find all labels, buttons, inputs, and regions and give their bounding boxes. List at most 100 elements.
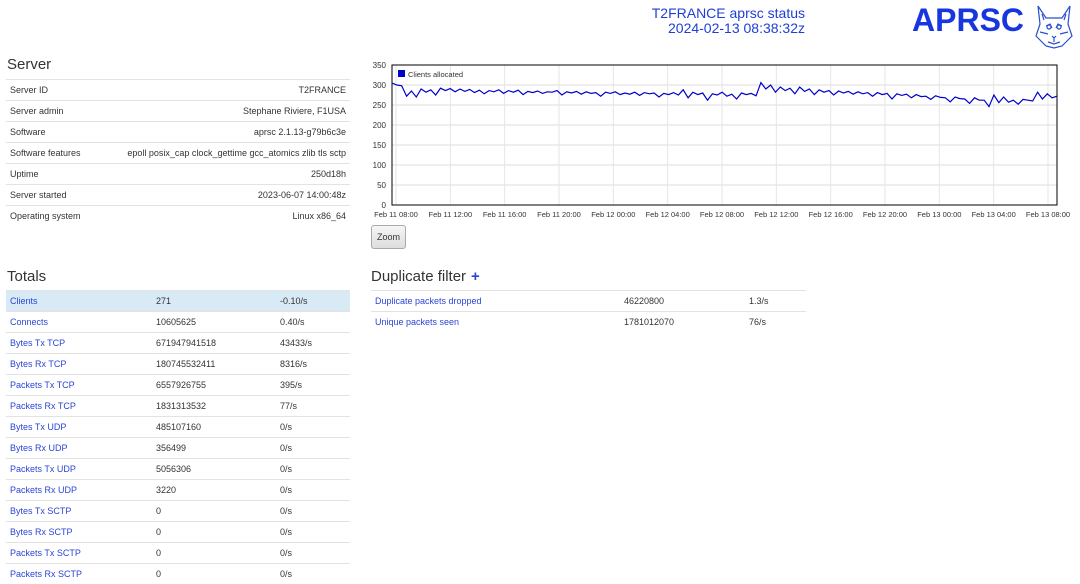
chart-y-tick-label: 0 bbox=[382, 201, 387, 210]
dupfilter-expand-button[interactable]: + bbox=[471, 268, 480, 285]
server-row: Server IDT2FRANCE bbox=[6, 80, 350, 101]
server-row-label: Server admin bbox=[6, 101, 95, 122]
totals-heading: Totals bbox=[7, 268, 46, 285]
totals-link[interactable]: Connects bbox=[10, 317, 48, 327]
page-header: T2FRANCE aprsc status 2024-02-13 08:38:3… bbox=[652, 6, 805, 36]
totals-value: 3220 bbox=[152, 480, 276, 501]
clients-chart[interactable]: 0 50 100 150 200 250 300 350 Feb 11 08:00 Feb 11 … bbox=[370, 60, 1075, 220]
dupfilter-rate: 76/s bbox=[745, 312, 806, 333]
server-row-value: epoll posix_cap clock_gettime gcc_atomic… bbox=[95, 143, 350, 164]
totals-link[interactable]: Bytes Tx UDP bbox=[10, 422, 66, 432]
totals-rate: 0/s bbox=[276, 480, 350, 501]
totals-link[interactable]: Bytes Tx TCP bbox=[10, 338, 65, 348]
server-row: Server adminStephane Riviere, F1USA bbox=[6, 101, 350, 122]
totals-rate: 395/s bbox=[276, 375, 350, 396]
totals-link[interactable]: Bytes Tx SCTP bbox=[10, 506, 71, 516]
totals-rate: 0/s bbox=[276, 543, 350, 564]
server-row: Software featuresepoll posix_cap clock_g… bbox=[6, 143, 350, 164]
server-row-label: Uptime bbox=[6, 164, 95, 185]
dupfilter-link[interactable]: Unique packets seen bbox=[375, 317, 459, 327]
chart-plot-area bbox=[392, 65, 1057, 205]
totals-value: 671947941518 bbox=[152, 333, 276, 354]
chart-legend-swatch bbox=[398, 70, 405, 77]
dupfilter-row: Unique packets seen 178101207076/s bbox=[371, 312, 806, 333]
chart-y-tick-label: 150 bbox=[373, 141, 387, 150]
server-row-label: Server ID bbox=[6, 80, 95, 101]
totals-rate: 0/s bbox=[276, 522, 350, 543]
chart-x-tick-label: Feb 11 20:00 bbox=[537, 210, 581, 219]
server-row-value: Stephane Riviere, F1USA bbox=[95, 101, 350, 122]
totals-row: Connects106056250.40/s bbox=[6, 312, 350, 333]
server-row-value: aprsc 2.1.13-g79b6c3e bbox=[95, 122, 350, 143]
clients-chart-svg: 0 50 100 150 200 250 300 350 Feb 11 08:00 Feb 11 … bbox=[370, 60, 1075, 220]
totals-value: 485107160 bbox=[152, 417, 276, 438]
totals-value: 5056306 bbox=[152, 459, 276, 480]
totals-link[interactable]: Packets Tx TCP bbox=[10, 380, 75, 390]
dupfilter-rate: 1.3/s bbox=[745, 291, 806, 312]
totals-link[interactable]: Packets Rx UDP bbox=[10, 485, 77, 495]
server-row-value: Linux x86_64 bbox=[95, 206, 350, 227]
server-heading: Server bbox=[7, 56, 51, 73]
totals-rate: 0/s bbox=[276, 417, 350, 438]
server-row: Uptime250d18h bbox=[6, 164, 350, 185]
totals-value: 271 bbox=[152, 291, 276, 312]
totals-rate: 0/s bbox=[276, 564, 350, 584]
chart-y-tick-label: 300 bbox=[373, 81, 387, 90]
server-row: Operating systemLinux x86_64 bbox=[6, 206, 350, 227]
page-timestamp: 2024-02-13 08:38:32z bbox=[652, 21, 805, 36]
totals-link[interactable]: Bytes Rx SCTP bbox=[10, 527, 73, 537]
chart-y-tick-label: 50 bbox=[377, 181, 386, 190]
chart-x-tick-label: Feb 11 08:00 bbox=[374, 210, 418, 219]
server-row-label: Operating system bbox=[6, 206, 95, 227]
server-row-label: Software features bbox=[6, 143, 95, 164]
totals-row: Packets Rx SCTP 00/s bbox=[6, 564, 350, 584]
server-row: Softwareaprsc 2.1.13-g79b6c3e bbox=[6, 122, 350, 143]
totals-value: 1831313532 bbox=[152, 396, 276, 417]
totals-rate: -0.10/s bbox=[276, 291, 350, 312]
totals-row: Bytes Rx TCP1807455324118316/s bbox=[6, 354, 350, 375]
chart-x-tick-label: Feb 12 12:00 bbox=[754, 210, 798, 219]
dupfilter-table: Duplicate packets dropped462208001.3/sUn… bbox=[371, 290, 806, 332]
chart-x-tick-label: Feb 13 00:00 bbox=[917, 210, 961, 219]
totals-rate: 0.40/s bbox=[276, 312, 350, 333]
totals-link[interactable]: Packets Tx SCTP bbox=[10, 548, 81, 558]
totals-value: 0 bbox=[152, 564, 276, 584]
totals-link[interactable]: Bytes Rx UDP bbox=[10, 443, 68, 453]
totals-link[interactable]: Bytes Rx TCP bbox=[10, 359, 66, 369]
totals-value: 356499 bbox=[152, 438, 276, 459]
aprsc-logo: APRSC bbox=[912, 2, 1024, 39]
server-table: Server IDT2FRANCEServer adminStephane Ri… bbox=[6, 79, 350, 226]
chart-y-tick-label: 200 bbox=[373, 121, 387, 130]
chart-y-tick-label: 250 bbox=[373, 101, 387, 110]
chart-y-tick-label: 350 bbox=[373, 61, 387, 70]
chart-x-tick-label: Feb 12 08:00 bbox=[700, 210, 744, 219]
totals-row: Packets Tx SCTP00/s bbox=[6, 543, 350, 564]
server-row-value: 250d18h bbox=[95, 164, 350, 185]
dupfilter-title: Duplicate filter bbox=[371, 268, 466, 285]
zoom-button[interactable]: Zoom bbox=[371, 225, 406, 249]
chart-x-tick-label: Feb 12 04:00 bbox=[646, 210, 690, 219]
totals-value: 0 bbox=[152, 522, 276, 543]
chart-x-tick-label: Feb 11 16:00 bbox=[483, 210, 527, 219]
totals-row: Packets Tx UDP50563060/s bbox=[6, 459, 350, 480]
chart-y-tick-label: 100 bbox=[373, 161, 387, 170]
totals-link[interactable]: Packets Tx UDP bbox=[10, 464, 76, 474]
totals-value: 0 bbox=[152, 501, 276, 522]
totals-rate: 77/s bbox=[276, 396, 350, 417]
totals-row: Packets Rx UDP 32200/s bbox=[6, 480, 350, 501]
totals-link[interactable]: Clients bbox=[10, 296, 38, 306]
totals-link[interactable]: Packets Rx TCP bbox=[10, 401, 76, 411]
dupfilter-value: 1781012070 bbox=[620, 312, 745, 333]
dupfilter-link[interactable]: Duplicate packets dropped bbox=[375, 296, 482, 306]
dupfilter-value: 46220800 bbox=[620, 291, 745, 312]
totals-link[interactable]: Packets Rx SCTP bbox=[10, 569, 82, 579]
totals-rate: 0/s bbox=[276, 438, 350, 459]
totals-row: Packets Rx TCP 183131353277/s bbox=[6, 396, 350, 417]
server-row-value: T2FRANCE bbox=[95, 80, 350, 101]
chart-x-tick-label: Feb 13 04:00 bbox=[972, 210, 1016, 219]
dupfilter-heading: Duplicate filter + bbox=[371, 268, 480, 285]
totals-row: Bytes Rx SCTP 00/s bbox=[6, 522, 350, 543]
totals-value: 180745532411 bbox=[152, 354, 276, 375]
server-row-value: 2023-06-07 14:00:48z bbox=[95, 185, 350, 206]
totals-row: Clients 271-0.10/s bbox=[6, 291, 350, 312]
